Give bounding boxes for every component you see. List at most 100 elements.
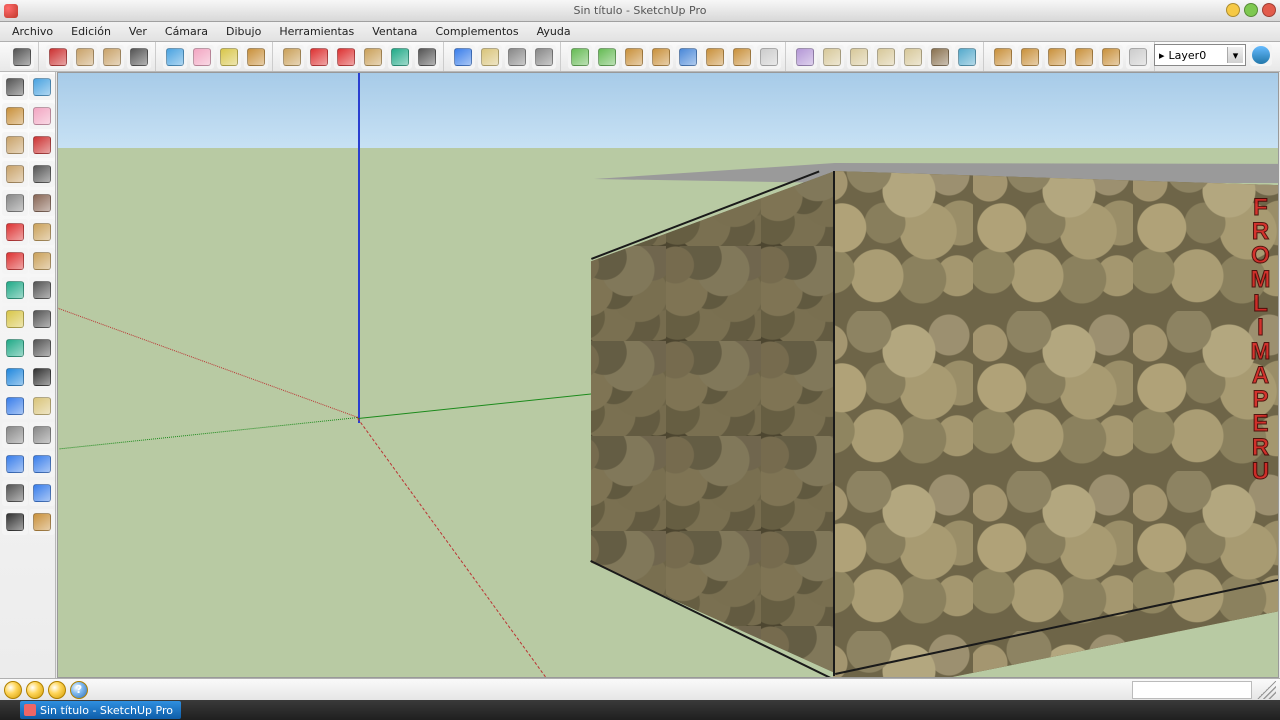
menu-ventana[interactable]: Ventana bbox=[364, 23, 425, 40]
iso-tool[interactable] bbox=[793, 45, 817, 69]
scale-tool[interactable] bbox=[2, 277, 28, 303]
outliner-tool[interactable] bbox=[991, 45, 1015, 69]
maximize-button[interactable] bbox=[1244, 3, 1258, 17]
rectangle-tool[interactable] bbox=[2, 132, 28, 158]
make-component-tool[interactable] bbox=[163, 45, 187, 69]
shadows-icon bbox=[1075, 48, 1093, 66]
line-tool[interactable] bbox=[29, 132, 55, 158]
layer-dropdown[interactable]: ▸ Layer0 ▾ bbox=[1154, 44, 1246, 66]
toggle-terrain-tool[interactable] bbox=[595, 45, 619, 69]
layers-tool[interactable] bbox=[1018, 45, 1042, 69]
zoom-extents-tool[interactable] bbox=[532, 45, 556, 69]
section-plane-tool[interactable] bbox=[29, 509, 55, 535]
select-tool[interactable] bbox=[2, 74, 28, 100]
right-tool[interactable] bbox=[847, 45, 871, 69]
text-tool[interactable] bbox=[29, 335, 55, 361]
menu-dibujo[interactable]: Dibujo bbox=[218, 23, 269, 40]
menu-edición[interactable]: Edición bbox=[63, 23, 119, 40]
layer-manager-button[interactable] bbox=[1250, 44, 1272, 66]
tape-measure-tool[interactable] bbox=[2, 306, 28, 332]
dimension-tool[interactable] bbox=[29, 306, 55, 332]
status-icon-1[interactable] bbox=[4, 681, 22, 699]
polygon-tool[interactable] bbox=[2, 190, 28, 216]
move-tool[interactable] bbox=[2, 219, 28, 245]
protractor-tool[interactable] bbox=[2, 335, 28, 361]
3d-warehouse-tool[interactable] bbox=[676, 45, 700, 69]
follow-me-tool[interactable] bbox=[29, 248, 55, 274]
3d-text-tool[interactable] bbox=[29, 364, 55, 390]
eraser-tool[interactable] bbox=[190, 45, 214, 69]
circle-tool[interactable] bbox=[2, 161, 28, 187]
measurements-box[interactable] bbox=[1132, 681, 1252, 699]
make-component-icon bbox=[166, 48, 184, 66]
freehand-tool[interactable] bbox=[29, 190, 55, 216]
zoom-tool[interactable] bbox=[505, 45, 529, 69]
position-camera-tool[interactable] bbox=[2, 480, 28, 506]
pan-tool[interactable] bbox=[29, 393, 55, 419]
tape-measure-tool[interactable] bbox=[217, 45, 241, 69]
share-tool[interactable] bbox=[703, 45, 727, 69]
previous-tool[interactable] bbox=[2, 451, 28, 477]
push-pull-tool[interactable] bbox=[29, 219, 55, 245]
model-box[interactable] bbox=[591, 163, 1279, 603]
get-models-tool[interactable] bbox=[649, 45, 673, 69]
display-tool[interactable] bbox=[1126, 45, 1150, 69]
preview-tool[interactable] bbox=[730, 45, 754, 69]
dimension-icon bbox=[33, 310, 51, 328]
help-icon[interactable]: ? bbox=[70, 681, 88, 699]
print-tool[interactable] bbox=[757, 45, 781, 69]
status-icon-2[interactable] bbox=[26, 681, 44, 699]
axes-tool[interactable] bbox=[2, 364, 28, 390]
make-component-tool[interactable] bbox=[29, 74, 55, 100]
select-tool[interactable] bbox=[10, 45, 34, 69]
arc-tool[interactable] bbox=[127, 45, 151, 69]
eraser-tool[interactable] bbox=[29, 103, 55, 129]
rotate-tool[interactable] bbox=[334, 45, 358, 69]
rotate-tool[interactable] bbox=[2, 248, 28, 274]
menu-archivo[interactable]: Archivo bbox=[4, 23, 61, 40]
menu-ayuda[interactable]: Ayuda bbox=[529, 23, 579, 40]
menu-complementos[interactable]: Complementos bbox=[427, 23, 526, 40]
scale-tool[interactable] bbox=[388, 45, 412, 69]
scenes-tool[interactable] bbox=[1045, 45, 1069, 69]
pencil-tool[interactable] bbox=[46, 45, 70, 69]
offset-tool[interactable] bbox=[415, 45, 439, 69]
xray-tool[interactable] bbox=[955, 45, 979, 69]
front-tool[interactable] bbox=[820, 45, 844, 69]
offset-tool[interactable] bbox=[29, 277, 55, 303]
paint-bucket-tool[interactable] bbox=[244, 45, 268, 69]
top-tool[interactable] bbox=[928, 45, 952, 69]
close-button[interactable] bbox=[1262, 3, 1276, 17]
offset-icon bbox=[33, 281, 51, 299]
push-pull-tool[interactable] bbox=[280, 45, 304, 69]
place-model-tool[interactable] bbox=[622, 45, 646, 69]
circle-tool[interactable] bbox=[100, 45, 124, 69]
zoom-tool[interactable] bbox=[2, 422, 28, 448]
back-tool[interactable] bbox=[874, 45, 898, 69]
menu-herramientas[interactable]: Herramientas bbox=[271, 23, 362, 40]
zoom-window-tool[interactable] bbox=[29, 422, 55, 448]
menu-ver[interactable]: Ver bbox=[121, 23, 155, 40]
minimize-button[interactable] bbox=[1226, 3, 1240, 17]
top-icon bbox=[931, 48, 949, 66]
add-location-tool[interactable] bbox=[568, 45, 592, 69]
menu-cámara[interactable]: Cámara bbox=[157, 23, 216, 40]
resize-grip-icon[interactable] bbox=[1256, 681, 1276, 699]
walk-tool[interactable] bbox=[2, 509, 28, 535]
shadows-tool[interactable] bbox=[1072, 45, 1096, 69]
viewport[interactable]: FROMLIMAPERU bbox=[57, 72, 1279, 678]
follow-me-tool[interactable] bbox=[361, 45, 385, 69]
pan-tool[interactable] bbox=[478, 45, 502, 69]
paint-bucket-tool[interactable] bbox=[2, 103, 28, 129]
styles-tool[interactable] bbox=[1099, 45, 1123, 69]
move-tool[interactable] bbox=[307, 45, 331, 69]
arc-tool[interactable] bbox=[29, 161, 55, 187]
taskbar-app[interactable]: Sin título - SketchUp Pro bbox=[20, 701, 181, 719]
left-tool[interactable] bbox=[901, 45, 925, 69]
rectangle-tool[interactable] bbox=[73, 45, 97, 69]
look-around-tool[interactable] bbox=[29, 480, 55, 506]
orbit-tool[interactable] bbox=[2, 393, 28, 419]
status-icon-3[interactable] bbox=[48, 681, 66, 699]
next-tool[interactable] bbox=[29, 451, 55, 477]
orbit-tool[interactable] bbox=[451, 45, 475, 69]
